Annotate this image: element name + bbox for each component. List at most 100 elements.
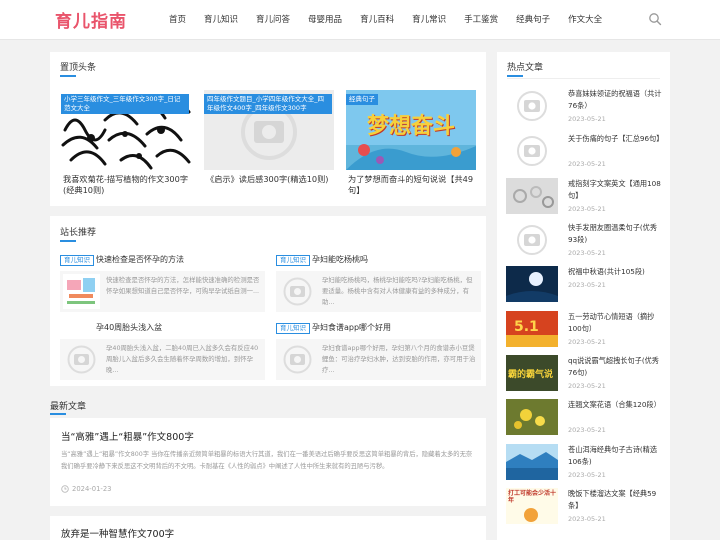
hot-article-item[interactable]: 5.1 五一劳动节心情短语（摘抄100句） 2023-05-21 bbox=[506, 311, 661, 355]
section-underline bbox=[50, 413, 66, 415]
nav-handcraft[interactable]: 手工鉴赏 bbox=[455, 0, 507, 40]
hot-article-title[interactable]: 戒指刻字文案英文【通用108句】 bbox=[568, 178, 663, 202]
hot-article-item[interactable]: 霸的霸气说 qq说说霸气超拽长句子(优秀76句) 2023-05-21 bbox=[506, 355, 661, 399]
thumbnail-graphic: 霸的霸气说 bbox=[508, 370, 554, 380]
nav-classic-sentences[interactable]: 经典句子 bbox=[507, 0, 559, 40]
recommend-item-body: 快速检查是否怀孕的方法，怎样能快速准确的检测是否怀孕如果想知道自己是否怀孕，可购… bbox=[60, 271, 265, 312]
hot-article-item[interactable]: 苍山洱海经典句子古诗(精选106条) 2023-05-21 bbox=[506, 444, 661, 488]
thumbnail-graphic: 5.1 bbox=[506, 311, 558, 347]
hot-article-item[interactable]: 关于伤痛的句子【汇总96句】 2023-05-21 bbox=[506, 133, 663, 177]
top-card-title[interactable]: 我喜欢菊花-描写植物的作文300字(经典10则) bbox=[63, 174, 189, 196]
recommend-thumbnail[interactable] bbox=[279, 342, 316, 377]
recommend-thumbnail[interactable] bbox=[279, 274, 316, 309]
thumbnail-graphic: 打工可能会少活十年 bbox=[508, 490, 557, 504]
hot-article-date: 2023-05-21 bbox=[568, 281, 606, 289]
category-tag[interactable]: 经典句子 bbox=[346, 94, 378, 105]
recommend-item-body: 孕妇食谱app哪个好用，孕妇第八个月的食谱赤小豆煲鲤鱼：可治疗孕妇水肿，达到安胎… bbox=[276, 339, 481, 380]
top-header: 育儿指南 首页 育儿知识 育儿问答 母婴用品 育儿百科 育儿常识 手工鉴赏 经典… bbox=[0, 0, 720, 40]
hot-article-title[interactable]: 祝福中秋语(共计105段) bbox=[568, 266, 663, 278]
top-headlines-title: 置顶头条 bbox=[60, 63, 97, 73]
hot-article-item[interactable]: 连翘文案花语（合集120段） 2023-05-21 bbox=[506, 399, 661, 443]
recommend-item-title[interactable]: 孕妇能吃杨桃吗 bbox=[312, 254, 368, 265]
hot-article-item[interactable]: 恭喜妹妹领证的祝福语（共计76条） 2023-05-21 bbox=[506, 88, 661, 132]
thumbnail-graphic bbox=[506, 444, 558, 480]
article-title[interactable]: 放弃是一种智慧作文700字 bbox=[61, 526, 174, 540]
top-card-title[interactable]: 为了梦想而奋斗的短句说说【共49句】 bbox=[348, 174, 474, 196]
image-placeholder-icon bbox=[283, 345, 312, 374]
search-icon[interactable] bbox=[648, 12, 662, 26]
hot-article-title[interactable]: 恭喜妹妹领证的祝福语（共计76条） bbox=[568, 88, 663, 112]
nav-baby-products[interactable]: 母婴用品 bbox=[299, 0, 351, 40]
hot-article-item[interactable]: 戒指刻字文案英文【通用108句】 2023-05-21 bbox=[506, 178, 661, 222]
hot-article-date: 2023-05-21 bbox=[568, 382, 606, 390]
hot-article-thumbnail[interactable] bbox=[506, 133, 558, 169]
hot-article-date: 2023-05-21 bbox=[568, 115, 606, 123]
recommend-item-title[interactable]: 孕40周胎头浅入盆 bbox=[96, 322, 162, 333]
nav-parenting-common-sense[interactable]: 育儿常识 bbox=[403, 0, 455, 40]
nav-home[interactable]: 首页 bbox=[160, 0, 195, 40]
recommend-thumbnail[interactable] bbox=[63, 342, 100, 377]
thumbnail-graphic bbox=[506, 399, 558, 435]
category-tag[interactable]: 四年级作文题目_小学四年级作文大全_四年级作文400字_四年级作文300字 bbox=[204, 94, 332, 114]
pregnancy-test-illustration bbox=[67, 278, 95, 304]
nav-parenting-qa[interactable]: 育儿问答 bbox=[247, 0, 299, 40]
image-placeholder-icon bbox=[506, 133, 558, 169]
svg-text:5.1: 5.1 bbox=[514, 319, 539, 335]
hot-article-title[interactable]: 连翘文案花语（合集120段） bbox=[568, 399, 663, 411]
top-card-title[interactable]: 《启示》读后感300字(精选10则) bbox=[206, 174, 332, 185]
recommend-item-desc: 孕40周胎头浅入盆，二胎40周已入盆多久会有反应40周胎儿入盆后多久会生随着怀孕… bbox=[106, 344, 259, 374]
hot-article-thumbnail[interactable]: 打工可能会少活十年 bbox=[506, 488, 558, 524]
nav-parenting-knowledge[interactable]: 育儿知识 bbox=[195, 0, 247, 40]
hot-article-title[interactable]: qq说说霸气超拽长句子(优秀76句) bbox=[568, 355, 663, 379]
nav-essays[interactable]: 作文大全 bbox=[559, 0, 611, 40]
hot-article-thumbnail[interactable] bbox=[506, 178, 558, 214]
hot-article-thumbnail[interactable] bbox=[506, 88, 558, 124]
section-underline bbox=[60, 240, 76, 242]
hot-article-thumbnail[interactable] bbox=[506, 222, 558, 258]
hot-article-thumbnail[interactable]: 霸的霸气说 bbox=[506, 355, 558, 391]
image-placeholder-icon bbox=[283, 277, 312, 306]
hot-article-title[interactable]: 晚饭下楼溜达文案【经典59条】 bbox=[568, 488, 663, 512]
nav-parenting-encyclopedia[interactable]: 育儿百科 bbox=[351, 0, 403, 40]
article-card[interactable]: 放弃是一种智慧作文700字 bbox=[50, 516, 486, 540]
divider bbox=[507, 78, 660, 79]
hot-article-date: 2023-05-21 bbox=[568, 205, 606, 213]
hot-article-title[interactable]: 关于伤痛的句子【汇总96句】 bbox=[568, 133, 663, 145]
recommend-thumbnail[interactable] bbox=[63, 274, 100, 309]
article-title[interactable]: 当“高雅”遇上“粗暴”作文800字 bbox=[61, 429, 194, 443]
category-badge[interactable]: 育儿知识 bbox=[276, 323, 310, 334]
hot-article-title[interactable]: 快手发朋友圈温柔句子(优秀93段) bbox=[568, 222, 663, 246]
site-logo[interactable]: 育儿指南 bbox=[55, 7, 127, 32]
recommend-item-desc: 快速检查是否怀孕的方法，怎样能快速准确的检测是否怀孕如果想知道自己是否怀孕，可购… bbox=[106, 276, 260, 295]
article-card[interactable]: 当“高雅”遇上“粗暴”作文800字 当“高雅”遇上“粗暴”作文800字 当你在传… bbox=[50, 418, 486, 506]
section-underline bbox=[507, 75, 523, 77]
hot-article-item[interactable]: 祝福中秋语(共计105段) 2023-05-21 bbox=[506, 266, 661, 310]
category-badge[interactable]: 育儿知识 bbox=[60, 255, 94, 266]
image-placeholder-icon bbox=[67, 345, 96, 374]
recommend-item-title[interactable]: 孕妇食谱app哪个好用 bbox=[312, 322, 391, 333]
image-placeholder-icon bbox=[506, 222, 558, 258]
main-nav: 首页 育儿知识 育儿问答 母婴用品 育儿百科 育儿常识 手工鉴赏 经典句子 作文… bbox=[160, 0, 611, 40]
hot-article-thumbnail[interactable]: 5.1 bbox=[506, 311, 558, 347]
banner-text: 梦想奋斗 bbox=[366, 113, 455, 139]
category-tag[interactable]: 小学三年级作文_三年级作文300字_日记范文大全 bbox=[61, 94, 189, 114]
thumbnail-graphic bbox=[506, 178, 558, 214]
recommend-item-body: 孕妇能吃杨桃吗，杨桃孕妇能吃吗?孕妇能吃杨桃，但要适量。杨桃中含有对人体健康有益… bbox=[276, 271, 481, 312]
hot-article-date: 2023-05-21 bbox=[568, 471, 606, 479]
hot-article-date: 2023-05-21 bbox=[568, 249, 606, 257]
article-date: 2024-01-23 bbox=[72, 485, 112, 493]
hot-article-item[interactable]: 打工可能会少活十年 晚饭下楼溜达文案【经典59条】 2023-05-21 bbox=[506, 488, 661, 532]
clock-icon bbox=[61, 485, 69, 493]
hot-article-date: 2023-05-21 bbox=[568, 515, 606, 523]
recommend-item-title[interactable]: 快速检查是否怀孕的方法 bbox=[96, 254, 184, 265]
hot-article-item[interactable]: 快手发朋友圈温柔句子(优秀93段) 2023-05-21 bbox=[506, 222, 661, 266]
hot-article-thumbnail[interactable] bbox=[506, 444, 558, 480]
hot-article-date: 2023-05-21 bbox=[568, 160, 606, 168]
recommend-item-desc: 孕妇能吃杨桃吗，杨桃孕妇能吃吗?孕妇能吃杨桃，但要适量。杨桃中含有对人体健康有益… bbox=[322, 276, 473, 306]
hot-article-title[interactable]: 五一劳动节心情短语（摘抄100句） bbox=[568, 311, 663, 335]
category-badge[interactable]: 育儿知识 bbox=[276, 255, 310, 266]
hot-article-thumbnail[interactable] bbox=[506, 266, 558, 302]
hot-article-title[interactable]: 苍山洱海经典句子古诗(精选106条) bbox=[568, 444, 663, 468]
hot-article-date: 2023-05-21 bbox=[568, 426, 606, 434]
hot-article-thumbnail[interactable] bbox=[506, 399, 558, 435]
